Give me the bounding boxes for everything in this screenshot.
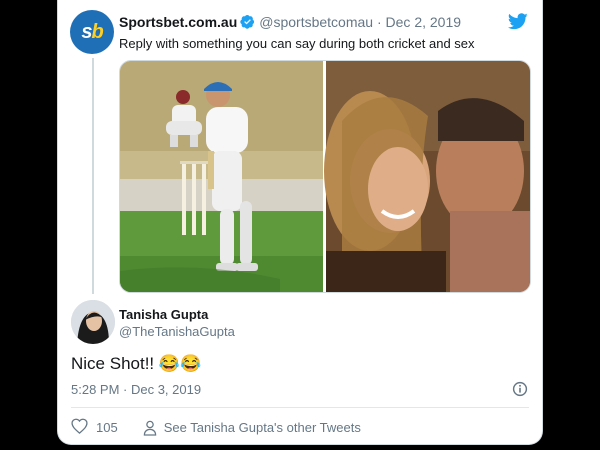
reply-tweet-text: Nice Shot!! 😂😂 — [71, 354, 202, 373]
thread-line — [92, 58, 94, 294]
parent-author-name[interactable]: Sportsbet.com.au — [119, 14, 237, 30]
info-icon[interactable] — [512, 381, 528, 402]
twitter-bird-icon[interactable] — [507, 13, 528, 35]
user-tweets-link-label: See Tanisha Gupta's other Tweets — [163, 420, 361, 435]
header-separator: · — [376, 14, 382, 30]
parent-tweet-text: Reply with something you can say during … — [119, 36, 475, 51]
tanisha-avatar[interactable] — [71, 300, 115, 344]
user-tweets-link[interactable]: See Tanisha Gupta's other Tweets — [143, 420, 361, 436]
sportsbet-avatar[interactable]: sb — [70, 10, 114, 54]
parent-tweet-header: Sportsbet.com.au @sportsbetcomau · Dec 2,… — [119, 14, 461, 32]
parent-tweet-date[interactable]: Dec 2, 2019 — [386, 14, 462, 30]
couple-photo[interactable] — [324, 61, 530, 292]
reply-actions: 105 See Tanisha Gupta's other Tweets — [71, 418, 361, 437]
cricket-batsman-photo[interactable] — [120, 61, 323, 292]
reply-author-name[interactable]: Tanisha Gupta — [119, 307, 208, 322]
reply-tweet-timestamp[interactable]: 5:28 PM · Dec 3, 2019 — [71, 382, 201, 397]
verified-badge-icon — [240, 14, 255, 32]
user-icon — [143, 420, 157, 436]
parent-author-handle[interactable]: @sportsbetcomau — [259, 14, 373, 30]
heart-icon[interactable] — [71, 418, 88, 437]
like-count[interactable]: 105 — [96, 420, 118, 435]
reply-author-handle[interactable]: @TheTanishaGupta — [119, 324, 235, 339]
divider — [71, 407, 529, 408]
tweet-media[interactable] — [119, 60, 531, 293]
tweet-embed-card: sb Sportsbet.com.au @sportsbetcomau · Dec… — [57, 0, 543, 445]
